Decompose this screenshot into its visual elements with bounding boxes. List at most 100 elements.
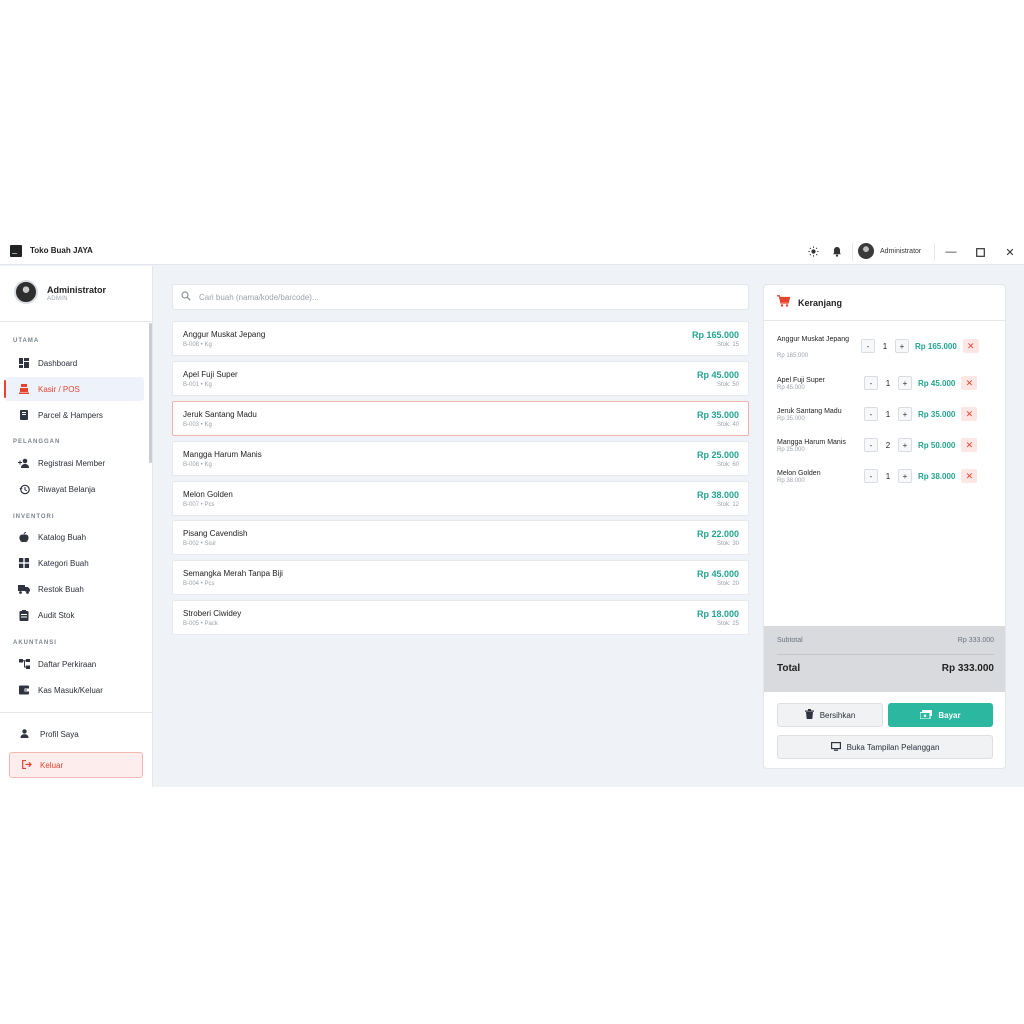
- product-name: Stroberi Ciwidey: [183, 609, 242, 618]
- search-icon: [181, 291, 193, 303]
- product-name: Melon Golden: [183, 490, 233, 499]
- profile-link[interactable]: Profil Saya: [20, 729, 79, 740]
- pay-button[interactable]: Bayar: [888, 703, 993, 727]
- product-search[interactable]: [172, 284, 749, 310]
- cart-item: Apel Fuji Super Rp 45.000-1 + Rp 45.000 ✕: [777, 376, 995, 402]
- product-stock: Stok: 30: [716, 541, 739, 547]
- product-row[interactable]: Semangka Merah Tanpa Biji B-004 • Pcs Rp 4…: [172, 560, 749, 595]
- user-menu[interactable]: Administrator: [858, 242, 921, 260]
- bell-icon[interactable]: [830, 244, 844, 258]
- product-price: Rp 22.000: [696, 529, 739, 539]
- sidebar-item-label: Katalog Buah: [38, 532, 87, 542]
- section-pelanggan: PELANGGAN: [13, 439, 61, 445]
- cart-title: Keranjang: [798, 297, 843, 308]
- sidebar-item-label: Riwayat Belanja: [38, 484, 96, 494]
- avatar: [14, 280, 38, 304]
- clear-cart-button[interactable]: Bersihkan: [777, 703, 883, 727]
- subtotal-value: Rp 333.000: [957, 637, 994, 644]
- clear-cart-label: Bersihkan: [819, 710, 856, 720]
- product-stock: Stok: 25: [716, 621, 739, 627]
- logout-icon: [22, 759, 32, 771]
- product-name: Mangga Harum Manis: [183, 450, 262, 459]
- product-price: Rp 45.000: [696, 370, 739, 380]
- sidebar-item-label: Parcel & Hampers: [38, 410, 103, 420]
- sidebar-item-kas-masuk-keluar[interactable]: Kas Masuk/Keluar: [5, 678, 144, 702]
- product-name: Semangka Merah Tanpa Biji: [183, 569, 283, 578]
- decrease-qty-button[interactable]: -: [864, 438, 878, 452]
- remove-item-button[interactable]: ✕: [961, 438, 978, 452]
- sidebar-item-audit-stok[interactable]: Audit Stok: [5, 603, 144, 627]
- close-button[interactable]: ✕: [1001, 243, 1019, 261]
- cart-item-name: Anggur Muskat Jepang: [777, 336, 849, 343]
- grid-icon: [18, 557, 30, 569]
- profile-link-label: Profil Saya: [40, 730, 79, 739]
- sidebar-item-dashboard[interactable]: Dashboard: [5, 351, 144, 375]
- decrease-qty-button[interactable]: -: [864, 469, 878, 483]
- sidebar-item-parcel-hampers[interactable]: Parcel & Hampers: [5, 403, 144, 427]
- remove-item-button[interactable]: ✕: [961, 407, 978, 421]
- sidebar-item-kategori-buah[interactable]: Kategori Buah: [5, 551, 144, 575]
- cart-item-name: Jeruk Santang Madu: [777, 408, 842, 415]
- remove-item-button[interactable]: ✕: [961, 469, 978, 483]
- increase-qty-button[interactable]: +: [898, 407, 912, 421]
- product-price: Rp 18.000: [696, 609, 739, 619]
- app-logo-icon: [10, 245, 22, 257]
- logout-label: Keluar: [40, 760, 64, 770]
- minimize-button[interactable]: —: [942, 243, 960, 261]
- section-inventori: INVENTORI: [13, 514, 55, 520]
- sidebar-item-registrasi-member[interactable]: Registrasi Member: [5, 451, 144, 475]
- product-row[interactable]: Mangga Harum Manis B-008 • Kg Rp 25.000 Sto…: [172, 441, 749, 476]
- sun-icon[interactable]: [806, 244, 820, 258]
- sidebar-item-label: Daftar Perkiraan: [38, 659, 97, 669]
- remove-item-button[interactable]: ✕: [962, 339, 979, 353]
- remove-item-button[interactable]: ✕: [961, 376, 978, 390]
- product-name: Pisang Cavendish: [183, 529, 248, 538]
- cart-item-unit-price: Rp 45.000: [777, 385, 805, 391]
- sidebar-scrollbar[interactable]: [149, 323, 152, 463]
- sidebar: Administrator ADMIN UTAMA Dashboard Kasi…: [0, 266, 153, 787]
- product-row[interactable]: Jeruk Santang Madu B-003 • Kg Rp 35.000 Sto…: [172, 401, 749, 436]
- increase-qty-button[interactable]: +: [895, 339, 909, 353]
- cart-item-unit-price: Rp 165.000: [777, 353, 809, 359]
- sidebar-item-riwayat-belanja[interactable]: Riwayat Belanja: [5, 477, 144, 501]
- product-row[interactable]: Apel Fuji Super B-001 • Kg Rp 45.000 Stok: …: [172, 361, 749, 396]
- maximize-button[interactable]: [971, 243, 989, 261]
- product-name: Anggur Muskat Jepang: [183, 330, 266, 339]
- sidebar-item-label: Kas Masuk/Keluar: [38, 685, 103, 695]
- logout-button[interactable]: Keluar: [9, 752, 143, 778]
- quantity-stepper: -1 + Rp 35.000 ✕: [864, 407, 978, 421]
- increase-qty-button[interactable]: +: [898, 376, 912, 390]
- cart-item: Anggur Muskat Jepang Rp 165.000 -1 + Rp 165.…: [777, 335, 995, 361]
- cart-item: Melon Golden Rp 38.000-1 + Rp 38.000 ✕: [777, 469, 995, 495]
- sidebar-item-kasir-pos[interactable]: Kasir / POS: [4, 377, 144, 401]
- search-input[interactable]: [199, 292, 719, 302]
- increase-qty-button[interactable]: +: [898, 469, 912, 483]
- customer-display-button[interactable]: Buka Tampilan Pelanggan: [777, 735, 993, 759]
- product-row[interactable]: Pisang Cavendish B-002 • Sisir Rp 22.000 St…: [172, 520, 749, 555]
- sidebar-item-label: Kasir / POS: [38, 384, 80, 394]
- decrease-qty-button[interactable]: -: [861, 339, 875, 353]
- product-row[interactable]: Anggur Muskat Jepang B-008 • Kg Rp 165.000…: [172, 321, 749, 356]
- total-value: Rp 333.000: [941, 663, 994, 674]
- increase-qty-button[interactable]: +: [898, 438, 912, 452]
- sidebar-item-label: Registrasi Member: [38, 458, 106, 468]
- product-code: B-001 • Kg: [183, 382, 212, 388]
- product-price: Rp 35.000: [696, 410, 739, 420]
- sidebar-item-label: Kategori Buah: [38, 558, 89, 568]
- sidebar-item-restok-buah[interactable]: Restok Buah: [5, 577, 144, 601]
- product-row[interactable]: Melon Golden B-007 • Pcs Rp 38.000 Stok: 12: [172, 481, 749, 516]
- decrease-qty-button[interactable]: -: [864, 376, 878, 390]
- truck-icon: [18, 583, 30, 595]
- cart-item-total: Rp 45.000: [918, 378, 956, 388]
- cart-item-qty: 2: [885, 440, 891, 450]
- pos-app-window: Toko Buah JAYA Administrator — ✕ Adminis…: [0, 239, 1024, 787]
- section-utama: UTAMA: [13, 338, 40, 344]
- trash-icon: [804, 709, 814, 721]
- history-icon: [18, 483, 30, 495]
- sidebar-item-daftar-perkiraan[interactable]: Daftar Perkiraan: [5, 652, 144, 676]
- decrease-qty-button[interactable]: -: [864, 407, 878, 421]
- product-row[interactable]: Stroberi Ciwidey B-005 • Pack Rp 18.000 Sto…: [172, 600, 749, 635]
- sidebar-item-katalog-buah[interactable]: Katalog Buah: [5, 525, 144, 549]
- cart-item-name: Apel Fuji Super: [777, 377, 825, 384]
- apple-icon: [18, 531, 30, 543]
